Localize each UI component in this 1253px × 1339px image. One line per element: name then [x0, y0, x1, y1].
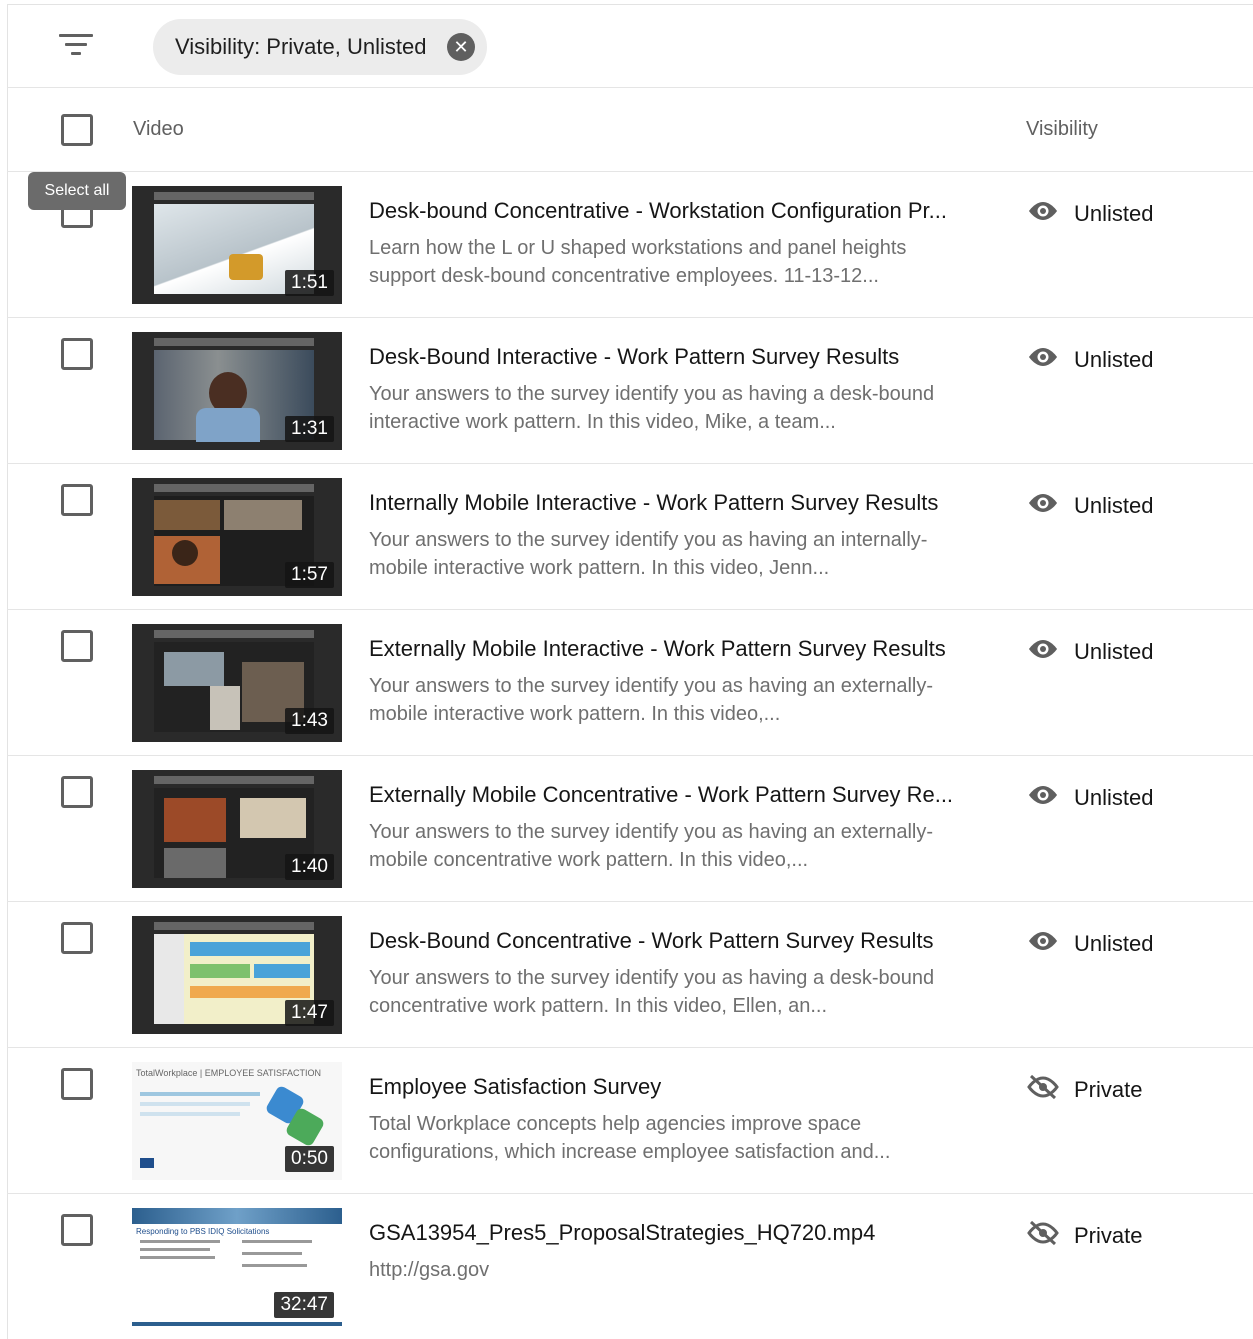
eye-icon — [1026, 928, 1074, 960]
visibility-status[interactable]: Private — [1026, 1220, 1142, 1252]
row-checkbox[interactable] — [61, 776, 93, 808]
visibility-label: Private — [1074, 1077, 1143, 1102]
video-title[interactable]: Desk-Bound Interactive - Work Pattern Su… — [369, 344, 899, 370]
eye-off-icon — [1026, 1074, 1074, 1106]
visibility-status[interactable]: Unlisted — [1026, 198, 1153, 230]
close-icon[interactable]: ✕ — [447, 33, 475, 61]
column-header-visibility[interactable]: Visibility — [1026, 118, 1098, 141]
visibility-status[interactable]: Unlisted — [1026, 636, 1153, 668]
chip-label: Visibility: Private, Unlisted — [175, 34, 427, 59]
table-row[interactable]: 1:57 Internally Mobile Interactive - Work… — [7, 464, 1253, 610]
visibility-label: Private — [1074, 1223, 1143, 1248]
video-duration: 1:43 — [285, 708, 334, 734]
visibility-status[interactable]: Unlisted — [1026, 782, 1153, 814]
visibility-label: Unlisted — [1074, 201, 1154, 226]
visibility-status[interactable]: Unlisted — [1026, 344, 1153, 376]
video-description: Your answers to the survey identify you … — [369, 675, 934, 725]
video-duration: 0:50 — [285, 1146, 334, 1172]
row-checkbox[interactable] — [61, 922, 93, 954]
visibility-status[interactable]: Private — [1026, 1074, 1142, 1106]
thumbnail-caption: Responding to PBS IDIQ Solicitations — [136, 1227, 270, 1236]
select-all-checkbox[interactable] — [61, 114, 93, 146]
table-row[interactable]: Responding to PBS IDIQ Solicitations 32:4… — [7, 1194, 1253, 1339]
table-row[interactable]: 1:43 Externally Mobile Interactive - Work… — [7, 610, 1253, 756]
eye-icon — [1026, 344, 1074, 376]
eye-off-icon — [1026, 1220, 1074, 1252]
visibility-label: Unlisted — [1074, 493, 1154, 518]
video-duration: 1:40 — [285, 854, 334, 880]
row-checkbox[interactable] — [61, 630, 93, 662]
video-title[interactable]: Externally Mobile Interactive - Work Pat… — [369, 636, 946, 662]
eye-icon — [1026, 198, 1074, 230]
video-description: Your answers to the survey identify you … — [369, 821, 934, 871]
video-description: Total Workplace concepts help agencies i… — [369, 1113, 891, 1163]
visibility-status[interactable]: Unlisted — [1026, 490, 1153, 522]
video-title[interactable]: Internally Mobile Interactive - Work Pat… — [369, 490, 938, 516]
row-checkbox[interactable] — [61, 1214, 93, 1246]
visibility-label: Unlisted — [1074, 347, 1154, 372]
eye-icon — [1026, 636, 1074, 668]
video-description: Learn how the L or U shaped workstations… — [369, 237, 907, 287]
video-thumbnail[interactable]: 1:47 — [132, 916, 342, 1034]
filter-bar: Visibility: Private, Unlisted ✕ — [7, 4, 1253, 88]
video-description: http://gsa.gov — [369, 1259, 490, 1281]
video-thumbnail[interactable]: 1:31 — [132, 332, 342, 450]
thumbnail-caption: TotalWorkplace | EMPLOYEE SATISFACTION — [136, 1068, 322, 1078]
table-row[interactable]: 1:40 Externally Mobile Concentrative - Wo… — [7, 756, 1253, 902]
video-thumbnail[interactable]: 1:43 — [132, 624, 342, 742]
visibility-label: Unlisted — [1074, 639, 1154, 664]
video-description: Your answers to the survey identify you … — [369, 383, 935, 433]
table-row[interactable]: 1:31 Desk-Bound Interactive - Work Patter… — [7, 318, 1253, 464]
video-thumbnail[interactable]: Responding to PBS IDIQ Solicitations 32:4… — [132, 1208, 342, 1326]
visibility-label: Unlisted — [1074, 785, 1154, 810]
video-duration: 32:47 — [274, 1292, 334, 1318]
row-checkbox[interactable] — [61, 338, 93, 370]
video-title[interactable]: Desk-bound Concentrative - Workstation C… — [369, 198, 947, 224]
row-checkbox[interactable] — [61, 484, 93, 516]
eye-icon — [1026, 490, 1074, 522]
row-checkbox[interactable] — [61, 1068, 93, 1100]
video-title[interactable]: Employee Satisfaction Survey — [369, 1074, 661, 1100]
table-row[interactable]: TotalWorkplace | EMPLOYEE SATISFACTION 0:… — [7, 1048, 1253, 1194]
column-header-video[interactable]: Video — [133, 118, 184, 141]
video-title[interactable]: Externally Mobile Concentrative - Work P… — [369, 782, 953, 808]
visibility-status[interactable]: Unlisted — [1026, 928, 1153, 960]
video-description: Your answers to the survey identify you … — [369, 967, 935, 1017]
eye-icon — [1026, 782, 1074, 814]
select-all-tooltip: Select all — [28, 172, 126, 210]
video-description: Your answers to the survey identify you … — [369, 529, 928, 579]
video-title[interactable]: GSA13954_Pres5_ProposalStrategies_HQ720.… — [369, 1220, 875, 1246]
video-duration: 1:47 — [285, 1000, 334, 1026]
visibility-filter-chip[interactable]: Visibility: Private, Unlisted ✕ — [153, 19, 487, 75]
table-row[interactable]: 1:51 Desk-bound Concentrative - Workstati… — [7, 172, 1253, 318]
table-header: Video Visibility — [7, 88, 1253, 172]
video-duration: 1:31 — [285, 416, 334, 442]
filter-icon[interactable] — [59, 34, 93, 60]
video-thumbnail[interactable]: TotalWorkplace | EMPLOYEE SATISFACTION 0:… — [132, 1062, 342, 1180]
video-thumbnail[interactable]: 1:57 — [132, 478, 342, 596]
video-title[interactable]: Desk-Bound Concentrative - Work Pattern … — [369, 928, 934, 954]
video-thumbnail[interactable]: 1:51 — [132, 186, 342, 304]
video-duration: 1:57 — [285, 562, 334, 588]
video-duration: 1:51 — [285, 270, 334, 296]
table-row[interactable]: 1:47 Desk-Bound Concentrative - Work Patt… — [7, 902, 1253, 1048]
visibility-label: Unlisted — [1074, 931, 1154, 956]
video-thumbnail[interactable]: 1:40 — [132, 770, 342, 888]
